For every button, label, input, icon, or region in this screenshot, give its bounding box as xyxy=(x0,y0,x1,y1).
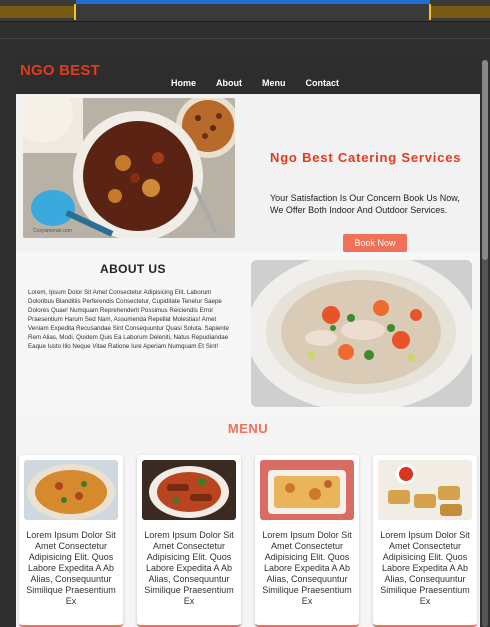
book-now-button[interactable]: Book Now xyxy=(343,234,407,252)
menu-section: MENU Lorem Ipsum Dolor Sit Amet Consecte… xyxy=(16,415,480,627)
hero-food-image: Cozyamerak.com xyxy=(23,98,235,238)
hero-title: Ngo Best Catering Services xyxy=(270,150,462,165)
about-text: Lorem, Ipsum Dolor Sit Amet Consectetur … xyxy=(28,289,229,350)
hero-section: Cozyamerak.com Ngo Best Catering Service… xyxy=(16,94,480,252)
menu-card[interactable]: Lorem Ipsum Dolor Sit Amet Consectetur A… xyxy=(255,455,359,627)
nav-contact-link[interactable]: Contact xyxy=(306,78,340,88)
menu-card-text: Lorem Ipsum Dolor Sit Amet Consectetur A… xyxy=(380,530,470,606)
site-header: NGO BEST Home About Menu Contact xyxy=(16,56,480,94)
menu-title: MENU xyxy=(227,421,269,436)
pasta-image xyxy=(24,460,118,520)
scrollbar-thumb[interactable] xyxy=(482,60,488,260)
hero-text: Your Satisfaction Is Our Concern Book Us… xyxy=(270,193,460,215)
pastry-rolls-image xyxy=(378,460,472,520)
website-preview: NGO BEST Home About Menu Contact Cozyame… xyxy=(16,56,480,627)
about-title: ABOUT US xyxy=(100,262,166,276)
timeline-marker[interactable] xyxy=(74,4,76,20)
lasagna-image xyxy=(260,460,354,520)
timeline-segment xyxy=(0,6,76,18)
nav-about-link[interactable]: About xyxy=(216,78,242,88)
about-section: ABOUT US Lorem, Ipsum Dolor Sit Amet Con… xyxy=(16,252,480,415)
nav-menu-link[interactable]: Menu xyxy=(262,78,286,88)
image-caption: Cozyamerak.com xyxy=(33,228,72,234)
timeline-segment xyxy=(430,6,490,18)
menu-card-text: Lorem Ipsum Dolor Sit Amet Consectetur A… xyxy=(26,530,116,606)
menu-card-text: Lorem Ipsum Dolor Sit Amet Consectetur A… xyxy=(262,530,352,606)
site-logo[interactable]: NGO BEST xyxy=(20,62,100,79)
editor-top-bar xyxy=(0,0,490,22)
nav-home-link[interactable]: Home xyxy=(171,78,196,88)
menu-card[interactable]: Lorem Ipsum Dolor Sit Amet Consectetur A… xyxy=(19,455,123,627)
menu-card[interactable]: Lorem Ipsum Dolor Sit Amet Consectetur A… xyxy=(137,455,241,627)
menu-card-text: Lorem Ipsum Dolor Sit Amet Consectetur A… xyxy=(144,530,234,606)
divider xyxy=(0,38,490,39)
about-food-image xyxy=(251,260,472,407)
sausage-stew-image xyxy=(142,460,236,520)
timeline-marker[interactable] xyxy=(429,4,431,20)
menu-card[interactable]: Lorem Ipsum Dolor Sit Amet Consectetur A… xyxy=(373,455,477,627)
main-nav: Home About Menu Contact xyxy=(171,78,359,88)
timeline-progress xyxy=(76,0,430,4)
